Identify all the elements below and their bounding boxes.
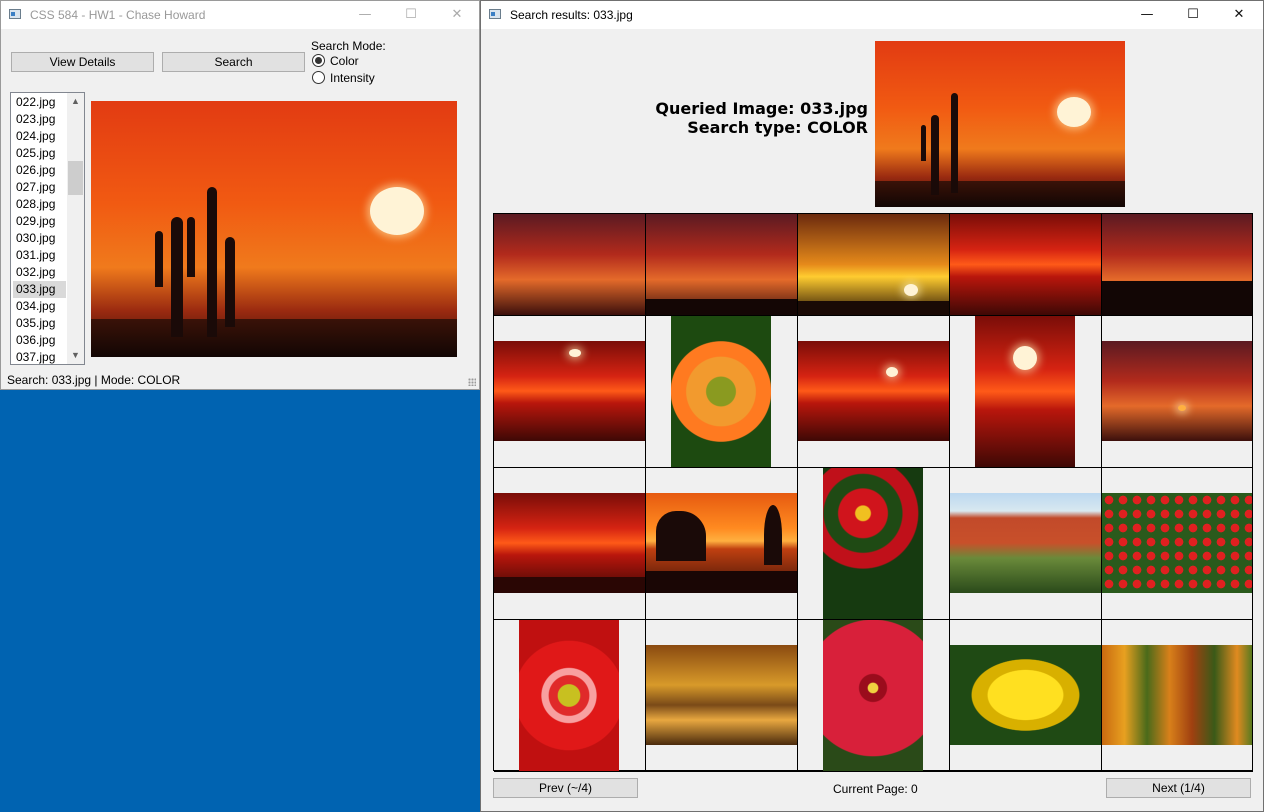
result-image[interactable]	[798, 214, 949, 315]
maximize-icon[interactable]: ☐	[1170, 1, 1216, 29]
result-cell[interactable]	[798, 316, 950, 468]
result-image[interactable]	[798, 341, 949, 441]
result-image[interactable]	[950, 214, 1101, 315]
list-item[interactable]: 025.jpg	[13, 145, 66, 162]
result-image[interactable]	[950, 645, 1101, 745]
result-cell[interactable]	[950, 620, 1102, 772]
intensity-radio-label[interactable]: Intensity	[330, 71, 375, 85]
result-cell[interactable]	[798, 214, 950, 316]
view-details-button[interactable]: View Details	[11, 52, 154, 72]
result-image[interactable]	[519, 620, 619, 771]
list-item-selected[interactable]: 033.jpg	[13, 281, 66, 298]
result-image[interactable]	[646, 214, 797, 315]
result-image[interactable]	[494, 341, 645, 441]
results-window-title: Search results: 033.jpg	[510, 8, 633, 22]
result-image[interactable]	[646, 645, 797, 745]
list-item[interactable]: 032.jpg	[13, 264, 66, 281]
result-cell[interactable]	[494, 620, 646, 772]
list-item[interactable]: 037.jpg	[13, 349, 66, 364]
result-cell[interactable]	[798, 468, 950, 620]
result-cell[interactable]	[950, 214, 1102, 316]
current-page-label: Current Page: 0	[833, 782, 918, 796]
result-cell[interactable]	[950, 316, 1102, 468]
intensity-radio[interactable]	[312, 71, 325, 84]
result-cell[interactable]	[494, 316, 646, 468]
results-grid	[493, 213, 1253, 772]
main-titlebar[interactable]: CSS 584 - HW1 - Chase Howard — ☐ ✕	[1, 1, 479, 29]
status-bar: Search: 033.jpg | Mode: COLOR	[7, 373, 181, 387]
result-cell[interactable]	[798, 620, 950, 772]
search-button[interactable]: Search	[162, 52, 305, 72]
color-radio[interactable]	[312, 54, 325, 67]
result-cell[interactable]	[646, 620, 798, 772]
list-item[interactable]: 036.jpg	[13, 332, 66, 349]
result-image[interactable]	[823, 468, 923, 619]
resize-grip-icon[interactable]	[468, 378, 476, 386]
results-window[interactable]: Search results: 033.jpg — ☐ ✕ Queried Im…	[480, 0, 1264, 812]
result-image[interactable]	[1102, 493, 1252, 593]
result-image[interactable]	[1102, 645, 1252, 745]
scrollbar-thumb[interactable]	[68, 161, 83, 195]
queried-image	[875, 41, 1125, 207]
result-image[interactable]	[1102, 214, 1252, 315]
search-type-label: Search type: COLOR	[687, 118, 868, 137]
results-titlebar[interactable]: Search results: 033.jpg — ☐ ✕	[481, 1, 1263, 29]
result-image[interactable]	[646, 493, 797, 593]
main-window[interactable]: CSS 584 - HW1 - Chase Howard — ☐ ✕ View …	[0, 0, 480, 390]
result-image[interactable]	[494, 214, 645, 315]
color-radio-label[interactable]: Color	[330, 54, 359, 68]
close-icon[interactable]: ✕	[1216, 1, 1262, 29]
chevron-down-icon[interactable]: ▼	[67, 347, 84, 364]
result-image[interactable]	[671, 316, 771, 467]
list-item[interactable]: 027.jpg	[13, 179, 66, 196]
minimize-icon[interactable]: —	[342, 1, 388, 29]
result-image[interactable]	[950, 493, 1101, 593]
app-icon	[9, 9, 21, 19]
maximize-icon[interactable]: ☐	[388, 1, 434, 29]
list-item[interactable]: 023.jpg	[13, 111, 66, 128]
close-icon[interactable]: ✕	[434, 1, 480, 29]
file-list[interactable]: 022.jpg 023.jpg 024.jpg 025.jpg 026.jpg …	[10, 92, 85, 365]
result-cell[interactable]	[950, 468, 1102, 620]
chevron-up-icon[interactable]: ▲	[67, 93, 84, 110]
result-cell[interactable]	[646, 214, 798, 316]
minimize-icon[interactable]: —	[1124, 1, 1170, 29]
prev-button[interactable]: Prev (~/4)	[493, 778, 638, 798]
result-cell[interactable]	[494, 214, 646, 316]
list-item[interactable]: 022.jpg	[13, 94, 66, 111]
result-image[interactable]	[1102, 341, 1252, 441]
next-button[interactable]: Next (1/4)	[1106, 778, 1251, 798]
list-item[interactable]: 024.jpg	[13, 128, 66, 145]
result-cell[interactable]	[646, 316, 798, 468]
result-cell[interactable]	[1102, 214, 1253, 316]
search-mode-label: Search Mode:	[311, 39, 386, 53]
queried-image-label: Queried Image: 033.jpg	[655, 99, 868, 118]
result-cell[interactable]	[1102, 468, 1253, 620]
result-cell[interactable]	[1102, 316, 1253, 468]
list-item[interactable]: 026.jpg	[13, 162, 66, 179]
result-image[interactable]	[823, 620, 923, 771]
main-window-title: CSS 584 - HW1 - Chase Howard	[30, 8, 206, 22]
result-image[interactable]	[975, 316, 1075, 467]
result-image[interactable]	[494, 493, 645, 593]
list-item[interactable]: 035.jpg	[13, 315, 66, 332]
list-item[interactable]: 031.jpg	[13, 247, 66, 264]
app-icon	[489, 9, 501, 19]
result-cell[interactable]	[1102, 620, 1253, 772]
list-item[interactable]: 028.jpg	[13, 196, 66, 213]
list-item[interactable]: 029.jpg	[13, 213, 66, 230]
list-item[interactable]: 030.jpg	[13, 230, 66, 247]
result-cell[interactable]	[494, 468, 646, 620]
list-scrollbar[interactable]: ▲ ▼	[67, 93, 84, 364]
result-cell[interactable]	[646, 468, 798, 620]
list-item[interactable]: 034.jpg	[13, 298, 66, 315]
query-info: Queried Image: 033.jpg Search type: COLO…	[655, 99, 868, 137]
preview-image	[91, 101, 457, 357]
